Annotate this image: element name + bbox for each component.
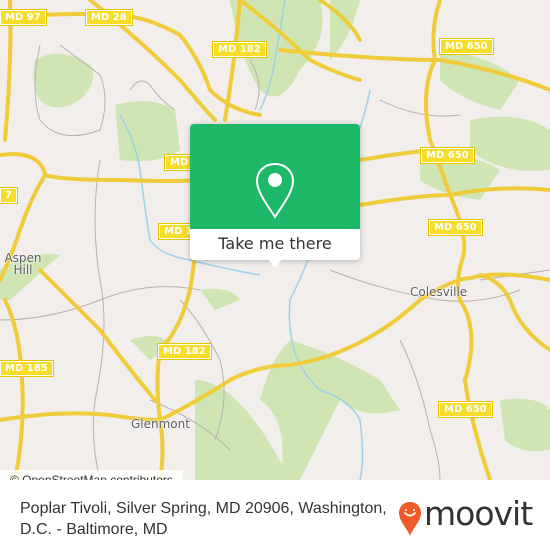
road-shield-md97: MD 97 (0, 9, 47, 26)
map-view[interactable]: MD 97 MD 28 MD 182 MD 650 MD MD 650 MD 1… (0, 0, 550, 480)
road-shield-md650: MD 650 (439, 38, 494, 55)
road-shield-md185: MD 185 (0, 360, 54, 377)
destination-popup: Take me there (190, 124, 360, 268)
moovit-pin-icon (399, 502, 421, 536)
road-shield-md650: MD 650 (428, 219, 483, 236)
moovit-logo: moovit (398, 494, 538, 538)
moovit-wordmark: moovit (424, 494, 533, 533)
take-me-there-button[interactable]: Take me there (190, 229, 360, 260)
map-attribution[interactable]: © OpenStreetMap contributors (0, 470, 183, 480)
road-shield-md97: 7 (0, 187, 18, 204)
road-shield-md650: MD 650 (438, 401, 493, 418)
popup-pointer (268, 259, 282, 268)
road-shield-md28: MD 28 (85, 9, 133, 26)
place-label-colesville: Colesville (410, 285, 468, 299)
address-text: Poplar Tivoli, Silver Spring, MD 20906, … (20, 500, 387, 538)
road-shield-md182: MD 182 (157, 343, 212, 360)
road-shield-md182: MD 182 (212, 41, 267, 58)
location-pin-icon (255, 162, 295, 219)
footer: Poplar Tivoli, Silver Spring, MD 20906, … (0, 490, 550, 550)
popup-header (190, 124, 360, 229)
place-label-aspen-hill: Aspen Hill (4, 251, 42, 277)
road-shield-md650: MD 650 (420, 147, 475, 164)
place-label-glenmont: Glenmont (131, 417, 190, 431)
